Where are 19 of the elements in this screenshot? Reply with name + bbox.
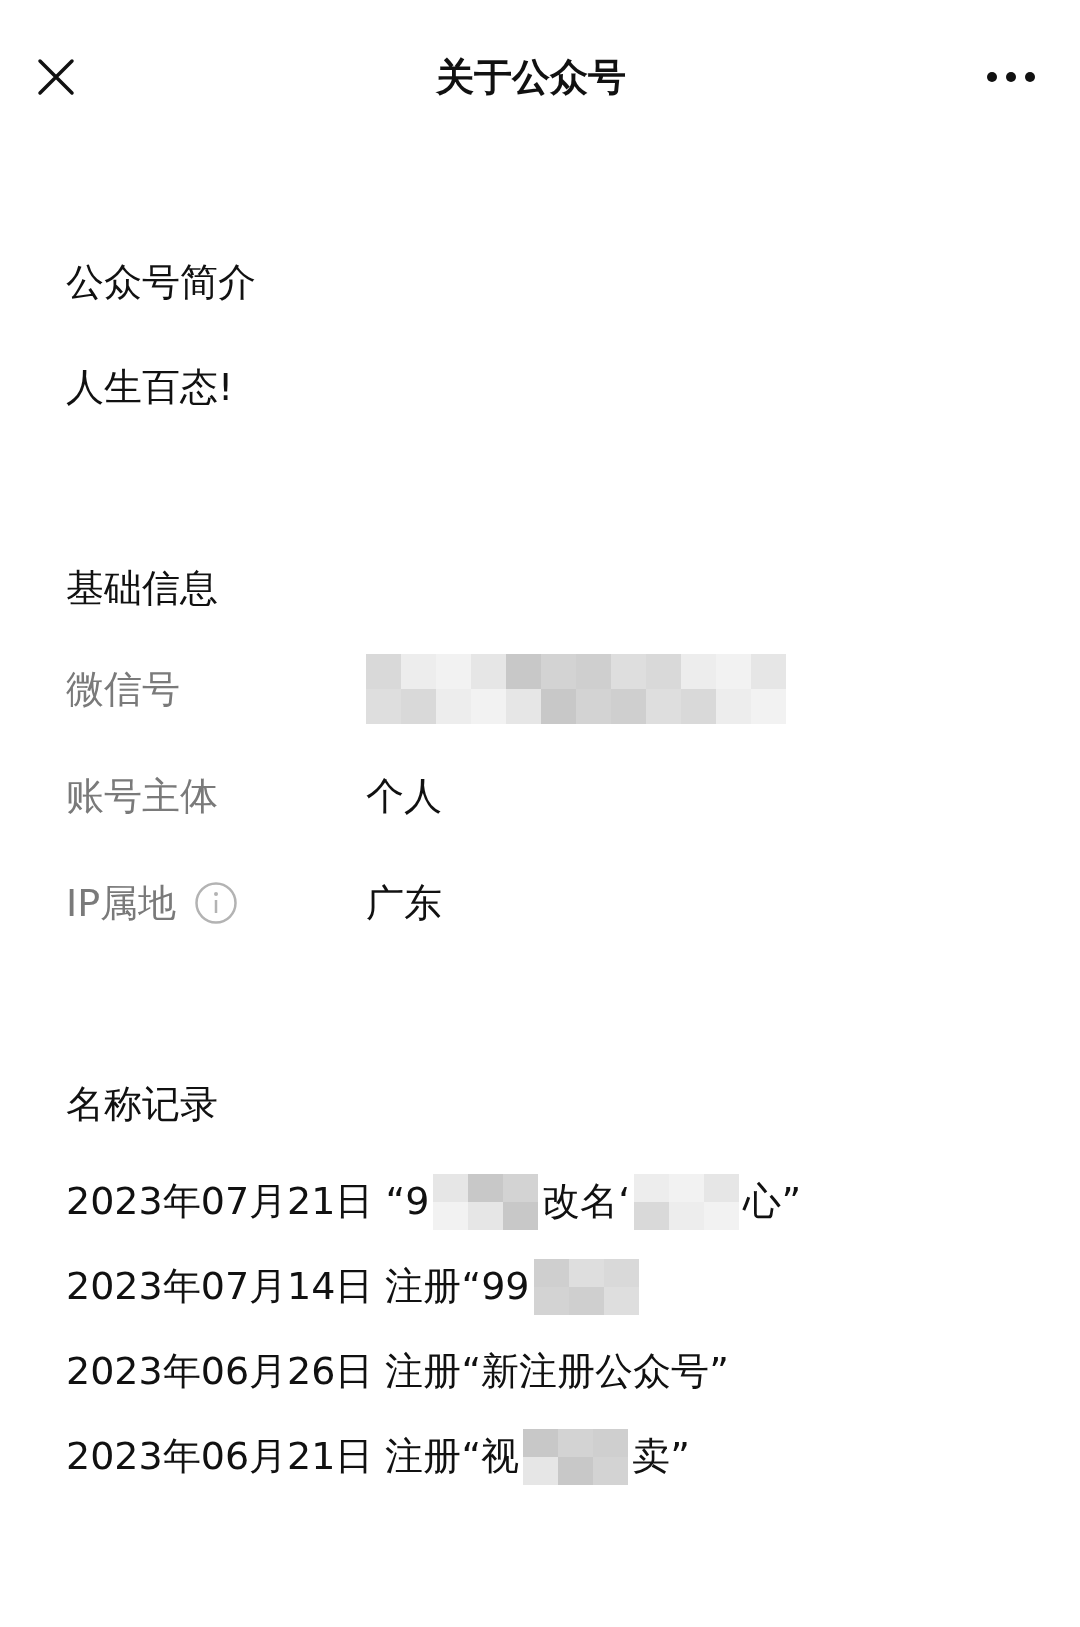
name-record-text: 2023年07月14日 注册“99 bbox=[66, 1263, 530, 1310]
name-record-text: 2023年07月21日 “9 bbox=[66, 1178, 430, 1225]
info-value: 个人 bbox=[366, 772, 442, 820]
page-title: 关于公众号 bbox=[436, 53, 626, 101]
close-icon[interactable] bbox=[36, 57, 76, 97]
intro-text: 人生百态! bbox=[66, 364, 235, 411]
more-icon[interactable] bbox=[986, 71, 1036, 83]
name-record-text: 心” bbox=[743, 1178, 802, 1225]
section-heading: 名称记录 bbox=[66, 1081, 219, 1128]
info-label: IP属地 bbox=[66, 879, 177, 927]
name-record-text: 2023年06月21日 注册“视 bbox=[66, 1433, 520, 1480]
section-heading: 基础信息 bbox=[66, 565, 219, 612]
info-value: 广东 bbox=[366, 879, 442, 927]
name-record-text: 改名‘ bbox=[542, 1178, 631, 1225]
info-label: 账号主体 bbox=[66, 772, 218, 820]
name-record-text: 卖” bbox=[632, 1433, 690, 1480]
name-record-text: 2023年06月26日 注册“新注册公众号” bbox=[66, 1348, 729, 1395]
section-heading: 公众号简介 bbox=[66, 259, 257, 306]
info-label: 微信号 bbox=[66, 665, 180, 713]
